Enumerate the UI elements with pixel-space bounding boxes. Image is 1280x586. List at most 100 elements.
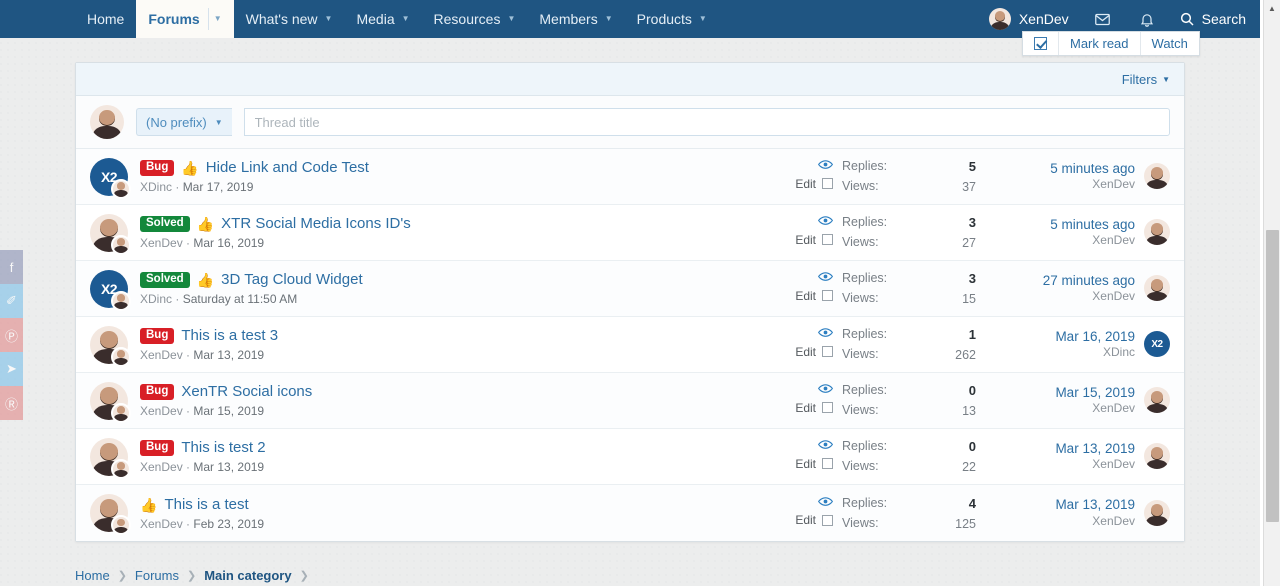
thread-prefix-badge[interactable]: Bug: [140, 383, 175, 401]
watch-forum-button[interactable]: Watch: [1139, 32, 1199, 55]
mark-read-button[interactable]: Mark read: [1058, 32, 1140, 55]
last-post-date[interactable]: 5 minutes ago: [1050, 160, 1135, 178]
thread-created-date[interactable]: Mar 16, 2019: [193, 236, 264, 250]
thread-select-checkbox[interactable]: [822, 514, 833, 526]
select-all-checkbox[interactable]: [1023, 32, 1058, 55]
last-post-date[interactable]: Mar 13, 2019: [1055, 496, 1135, 514]
thread-title-link[interactable]: This is test 2: [181, 439, 265, 457]
thread-select-checkbox[interactable]: [822, 458, 833, 469]
edit-link[interactable]: Edit: [795, 289, 816, 303]
last-post-user[interactable]: XenDev: [1055, 514, 1135, 530]
thread-title-link[interactable]: This is a test 3: [181, 327, 278, 345]
thread-select-checkbox[interactable]: [822, 234, 833, 245]
thread-prefix-badge[interactable]: Solved: [140, 271, 190, 289]
last-post-user[interactable]: XenDev: [1055, 457, 1135, 473]
telegram-share-icon[interactable]: ➤: [0, 352, 23, 386]
scrollbar-thumb[interactable]: [1266, 230, 1279, 522]
reddit-share-icon[interactable]: Ⓡ: [0, 386, 23, 420]
eye-icon[interactable]: [817, 383, 834, 397]
thread-created-date[interactable]: Saturday at 11:50 AM: [183, 292, 298, 306]
thread-row[interactable]: 👍 This is a test XenDev · Feb 23, 2019 Edit…: [76, 485, 1184, 541]
thread-select-checkbox[interactable]: [822, 402, 833, 413]
thread-author[interactable]: XenDev: [140, 517, 183, 531]
thread-select-checkbox[interactable]: [822, 346, 833, 357]
scroll-up-arrow[interactable]: ▲: [1264, 0, 1280, 17]
nav-item-media[interactable]: Media ▼: [344, 0, 421, 38]
thread-author[interactable]: XDinc: [140, 292, 172, 306]
edit-link[interactable]: Edit: [795, 401, 816, 415]
last-post-user[interactable]: XenDev: [1043, 289, 1135, 305]
edit-link[interactable]: Edit: [795, 457, 816, 471]
last-post-date[interactable]: Mar 13, 2019: [1055, 440, 1135, 458]
edit-link[interactable]: Edit: [795, 177, 816, 191]
thread-row[interactable]: X2 Solved 👍 3D Tag Cloud Widget XDinc · Satu…: [76, 261, 1184, 317]
thread-prefix-badge[interactable]: Bug: [140, 159, 175, 177]
thread-row[interactable]: Bug This is test 2 XenDev · Mar 13, 2019 Ed…: [76, 429, 1184, 485]
thread-title-link[interactable]: XenTR Social icons: [181, 383, 312, 401]
nav-item-products[interactable]: Products ▼: [625, 0, 719, 38]
nav-item-home[interactable]: Home: [75, 0, 136, 38]
nav-item-forums[interactable]: Forums ▼: [136, 0, 234, 38]
eye-icon[interactable]: [817, 159, 834, 173]
thread-author[interactable]: XenDev: [140, 460, 183, 474]
thread-author[interactable]: XDinc: [140, 180, 172, 194]
thread-prefix-badge[interactable]: Bug: [140, 439, 175, 457]
thread-created-date[interactable]: Mar 13, 2019: [193, 348, 264, 362]
avatar[interactable]: [1144, 499, 1170, 526]
thread-title-link[interactable]: 3D Tag Cloud Widget: [221, 271, 362, 289]
thread-author[interactable]: XenDev: [140, 348, 183, 362]
avatar[interactable]: [1144, 275, 1170, 302]
edit-link[interactable]: Edit: [795, 345, 816, 359]
facebook-share-icon[interactable]: f: [0, 250, 23, 284]
eye-icon[interactable]: [817, 439, 834, 453]
twitter-share-icon[interactable]: ✐: [0, 284, 23, 318]
nav-item-members[interactable]: Members ▼: [527, 0, 624, 38]
thread-title-link[interactable]: This is a test: [164, 496, 248, 514]
avatar[interactable]: X2: [1144, 331, 1170, 358]
edit-link[interactable]: Edit: [795, 513, 816, 527]
thread-author[interactable]: XenDev: [140, 236, 183, 250]
avatar[interactable]: [1144, 163, 1170, 190]
last-post-user[interactable]: XenDev: [1050, 177, 1135, 193]
eye-icon[interactable]: [817, 271, 834, 285]
filters-button[interactable]: Filters ▼: [1122, 72, 1170, 87]
breadcrumb-item[interactable]: Forums: [135, 568, 179, 583]
last-post-date[interactable]: 5 minutes ago: [1050, 216, 1135, 234]
thread-row[interactable]: Solved 👍 XTR Social Media Icons ID's XenDev…: [76, 205, 1184, 261]
pinterest-share-icon[interactable]: Ⓟ: [0, 318, 23, 352]
thread-created-date[interactable]: Mar 13, 2019: [193, 460, 264, 474]
thread-select-checkbox[interactable]: [822, 290, 833, 301]
breadcrumb-item[interactable]: Main category: [204, 568, 291, 583]
page-scrollbar[interactable]: ▲: [1263, 0, 1280, 586]
last-post-user[interactable]: XDinc: [1055, 345, 1135, 361]
prefix-select[interactable]: (No prefix) ▼: [136, 108, 232, 136]
edit-link[interactable]: Edit: [795, 233, 816, 247]
thread-row[interactable]: X2 Bug 👍 Hide Link and Code Test XDinc · Mar…: [76, 149, 1184, 205]
thread-select-checkbox[interactable]: [822, 178, 833, 189]
thread-author[interactable]: XenDev: [140, 404, 183, 418]
eye-icon[interactable]: [817, 327, 834, 341]
last-post-date[interactable]: Mar 15, 2019: [1055, 384, 1135, 402]
last-post-user[interactable]: XenDev: [1055, 401, 1135, 417]
thread-created-date[interactable]: Mar 15, 2019: [193, 404, 264, 418]
nav-item-what-s-new[interactable]: What's new ▼: [234, 0, 345, 38]
last-post-date[interactable]: Mar 16, 2019: [1055, 328, 1135, 346]
thread-title-input[interactable]: [243, 108, 1170, 136]
thread-created-date[interactable]: Mar 17, 2019: [183, 180, 254, 194]
avatar[interactable]: [1144, 387, 1170, 414]
last-post-date[interactable]: 27 minutes ago: [1043, 272, 1135, 290]
breadcrumb-item[interactable]: Home: [75, 568, 110, 583]
nav-item-resources[interactable]: Resources ▼: [422, 0, 528, 38]
thread-title-link[interactable]: Hide Link and Code Test: [206, 159, 369, 177]
avatar[interactable]: [1144, 219, 1170, 246]
last-post-user[interactable]: XenDev: [1050, 233, 1135, 249]
thread-title-link[interactable]: XTR Social Media Icons ID's: [221, 215, 411, 233]
thread-row[interactable]: Bug XenTR Social icons XenDev · Mar 15, 20…: [76, 373, 1184, 429]
thread-prefix-badge[interactable]: Solved: [140, 215, 190, 233]
thread-created-date[interactable]: Feb 23, 2019: [193, 517, 264, 531]
eye-icon[interactable]: [817, 215, 834, 229]
eye-icon[interactable]: [817, 496, 834, 510]
avatar[interactable]: [1144, 443, 1170, 470]
thread-prefix-badge[interactable]: Bug: [140, 327, 175, 345]
thread-row[interactable]: Bug This is a test 3 XenDev · Mar 13, 2019…: [76, 317, 1184, 373]
